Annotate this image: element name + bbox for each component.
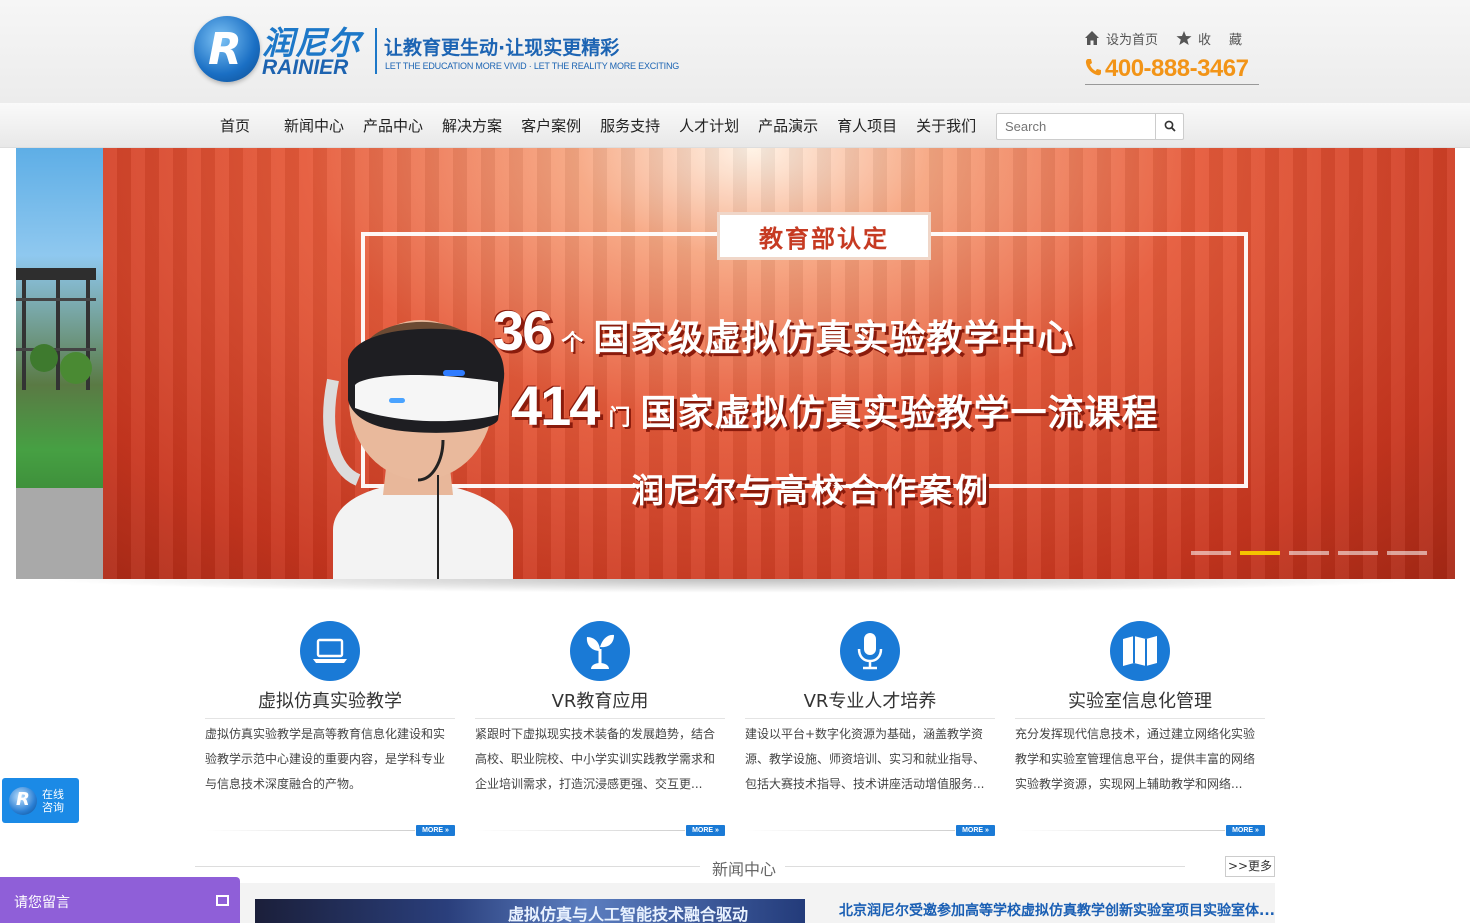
phone-icon	[1085, 58, 1101, 80]
banner-shadow	[40, 579, 1430, 593]
feature-desc: 建设以平台+数字化资源为基础，涵盖教学资源、教学设施、师资培训、实习和就业指导、…	[745, 727, 986, 791]
main-nav: 首页 新闻中心 产品中心 解决方案 客户案例 服务支持 人才计划 产品演示 育人…	[0, 103, 1470, 148]
banner-line-3: 润尼尔与高校合作案例	[631, 471, 991, 510]
news-section-title: 新闻中心	[712, 860, 777, 879]
news-thumbnail-caption: 虚拟仿真与人工智能技术融合驱动	[508, 905, 749, 923]
microphone-icon[interactable]	[840, 621, 900, 681]
nav-item-news[interactable]: 新闻中心	[284, 115, 344, 136]
slide-dot-1[interactable]	[1191, 551, 1231, 555]
nav-item-solutions[interactable]: 解决方案	[442, 115, 502, 136]
more-button[interactable]: MORE »	[416, 825, 455, 836]
phone-number[interactable]: 400-888-3467	[1105, 55, 1249, 83]
hero-banner[interactable]: 教育部认定 36 个 国家级虚拟仿真实验教学中心 414 门 国家虚拟仿真实验教…	[16, 148, 1455, 579]
feature-card-vr-education: VR教育应用 紧跟时下虚拟现实技术装备的发展趋势，结合高校、职业院校、中小学实训…	[475, 621, 725, 836]
news-section-header: 新闻中心 >>更多	[195, 855, 1275, 879]
slide-dot-3[interactable]	[1289, 551, 1329, 555]
feature-title[interactable]: VR教育应用	[475, 689, 725, 719]
expand-window-icon[interactable]	[216, 895, 229, 906]
banner-unit-2: 门	[608, 406, 631, 431]
sprout-icon[interactable]	[570, 621, 630, 681]
feature-card-vr-talent: VR专业人才培养 建设以平台+数字化资源为基础，涵盖教学资源、教学设施、师资培训…	[745, 621, 995, 836]
consult-logo-icon	[9, 786, 37, 815]
divider	[195, 866, 700, 867]
feature-title[interactable]: 实验室信息化管理	[1015, 689, 1265, 719]
feature-title[interactable]: 虚拟仿真实验教学	[205, 689, 455, 719]
nav-item-demo[interactable]: 产品演示	[758, 115, 818, 136]
banner-line-2: 414 门 国家虚拟仿真实验教学一流课程	[511, 373, 1158, 438]
nav-item-talent[interactable]: 人才计划	[679, 115, 739, 136]
feature-title[interactable]: VR专业人才培养	[745, 689, 995, 719]
nav-item-support[interactable]: 服务支持	[600, 115, 660, 136]
more-button[interactable]: MORE »	[1226, 825, 1265, 836]
feature-desc: 充分发挥现代信息技术，通过建立网络化实验教学和实验室管理信息平台，提供丰富的网络…	[1015, 727, 1256, 791]
search-icon	[1164, 117, 1176, 136]
previous-slide-peek	[16, 148, 103, 579]
online-consult-button[interactable]: 在线 咨询	[2, 778, 79, 823]
feature-card-lab-management: 实验室信息化管理 充分发挥现代信息技术，通过建立网络化实验教学和实验室管理信息平…	[1015, 621, 1265, 836]
divider	[475, 830, 685, 831]
divider	[1015, 830, 1225, 831]
search-box	[996, 113, 1184, 140]
current-slide: 教育部认定 36 个 国家级虚拟仿真实验教学中心 414 门 国家虚拟仿真实验教…	[103, 148, 1455, 579]
divider	[785, 866, 1185, 867]
add-favorite-label: 收藏	[1198, 32, 1261, 48]
slide-dot-5[interactable]	[1387, 551, 1427, 555]
divider	[745, 830, 955, 831]
more-button[interactable]: MORE »	[956, 825, 995, 836]
leave-message-label: 请您留言	[14, 895, 70, 911]
consult-label: 在线 咨询	[42, 787, 64, 814]
map-icon[interactable]	[1110, 621, 1170, 681]
banner-unit-1: 个	[561, 331, 584, 356]
slide-dot-2[interactable]	[1240, 551, 1280, 555]
nav-item-products[interactable]: 产品中心	[363, 115, 423, 136]
set-homepage-label: 设为首页	[1106, 32, 1159, 48]
leave-message-bar[interactable]: 请您留言	[0, 877, 240, 923]
vr-headset-person-image	[323, 320, 513, 579]
banner-line-1: 36 个 国家级虚拟仿真实验教学中心	[493, 298, 1074, 363]
nav-item-about[interactable]: 关于我们	[916, 115, 976, 136]
site-logo[interactable]: 润尼尔 RAINIER	[194, 16, 384, 88]
banner-claim-1: 国家级虚拟仿真实验教学中心	[593, 318, 1075, 359]
feature-desc: 紧跟时下虚拟现实技术装备的发展趋势，结合高校、职业院校、中小学实训实践教学需求和…	[475, 727, 716, 791]
slogan-en: LET THE EDUCATION MORE VIVID · LET THE R…	[385, 61, 680, 71]
home-icon	[1084, 30, 1100, 46]
banner-badge: 教育部认定	[717, 212, 931, 260]
laptop-icon[interactable]	[300, 621, 360, 681]
slogan-divider	[375, 28, 377, 74]
slide-indicators	[1191, 551, 1436, 555]
slogan-cn: 让教育更生动·让现实更精彩	[384, 37, 620, 59]
slide-dot-4[interactable]	[1338, 551, 1378, 555]
nav-item-education[interactable]: 育人项目	[837, 115, 897, 136]
add-favorite-link[interactable]: 收藏	[1176, 29, 1260, 48]
feature-desc: 虚拟仿真实验教学是高等教育信息化建设和实验教学示范中心建设的重要内容，是学科专业…	[205, 727, 446, 791]
news-headline-link[interactable]: 北京润尼尔受邀参加高等学校虚拟仿真教学创新实验室项目实验室体...	[839, 900, 1275, 920]
divider	[205, 830, 415, 831]
news-thumbnail[interactable]: 虚拟仿真与人工智能技术融合驱动	[255, 899, 805, 923]
nav-item-cases[interactable]: 客户案例	[521, 115, 581, 136]
news-more-link[interactable]: >>更多	[1225, 856, 1275, 877]
set-homepage-link[interactable]: 设为首页	[1084, 29, 1158, 48]
top-links: 设为首页 收藏	[1084, 29, 1260, 48]
more-button[interactable]: MORE »	[686, 825, 725, 836]
banner-claim-2: 国家虚拟仿真实验教学一流课程	[640, 393, 1159, 434]
nav-menu: 首页 新闻中心 产品中心 解决方案 客户案例 服务支持 人才计划 产品演示 育人…	[220, 103, 995, 148]
vr-lab-scene-image	[16, 268, 103, 579]
star-icon	[1176, 30, 1192, 46]
site-header: 润尼尔 RAINIER 让教育更生动·让现实更精彩 LET THE EDUCAT…	[0, 0, 1470, 103]
search-button[interactable]	[1155, 114, 1183, 139]
hotline: 400-888-3467	[1085, 54, 1259, 85]
search-input[interactable]	[997, 114, 1157, 139]
logo-emblem-icon	[194, 16, 260, 82]
feature-card-virtual-sim: 虚拟仿真实验教学 虚拟仿真实验教学是高等教育信息化建设和实验教学示范中心建设的重…	[205, 621, 455, 836]
nav-item-home[interactable]: 首页	[220, 115, 250, 136]
logo-name-en: RAINIER	[262, 56, 349, 79]
